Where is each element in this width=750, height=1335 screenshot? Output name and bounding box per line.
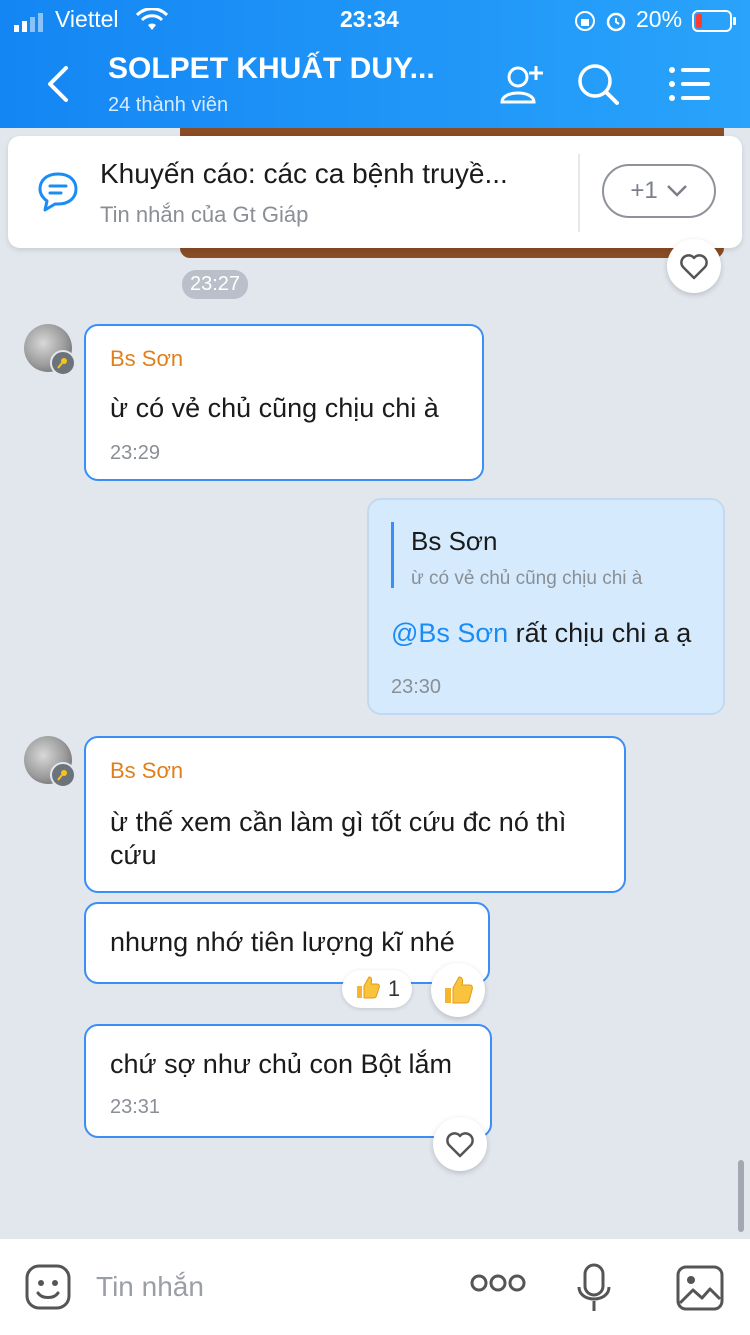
- key-icon: [50, 762, 76, 788]
- scrollbar[interactable]: [738, 1160, 744, 1232]
- wifi-icon: [135, 7, 169, 37]
- rotation-lock-icon: [574, 10, 596, 37]
- message-bubble[interactable]: Bs Sơn ừ thế xem cần làm gì tốt cứu đc n…: [84, 736, 626, 893]
- heart-react-button[interactable]: [667, 239, 721, 293]
- heart-react-button[interactable]: [433, 1117, 487, 1171]
- thumbs-up-icon: [445, 976, 473, 1004]
- member-count[interactable]: 24 thành viên: [108, 94, 228, 117]
- pinned-subtitle: Tin nhắn của Gt Giáp: [100, 202, 309, 227]
- quote-sender: Bs Sơn: [411, 526, 498, 556]
- message-text: ừ thế xem cần làm gì tốt cứu đc nó thì c…: [110, 807, 567, 870]
- heart-icon: [680, 254, 708, 280]
- message-text: nhưng nhớ tiên lượng kĩ nhé: [110, 927, 455, 957]
- status-time: 23:34: [340, 6, 399, 32]
- quote-text: ừ có vẻ chủ cũng chịu chi à: [411, 568, 643, 589]
- search-icon[interactable]: [576, 62, 620, 111]
- message-time: 23:31: [110, 1096, 161, 1118]
- mention-link[interactable]: @Bs Sơn: [391, 618, 508, 648]
- signal-icon: [14, 12, 48, 37]
- sender-name: Bs Sơn: [110, 346, 184, 371]
- message-input-bar: Tin nhắn: [0, 1238, 750, 1335]
- my-message-bubble[interactable]: Bs Sơn ừ có vẻ chủ cũng chịu chi à @Bs S…: [367, 498, 725, 715]
- microphone-icon[interactable]: [576, 1263, 612, 1318]
- message-text: chứ sợ như chủ con Bột lắm: [110, 1049, 453, 1079]
- sender-name: Bs Sơn: [110, 758, 184, 783]
- message-input[interactable]: Tin nhắn: [96, 1271, 204, 1303]
- back-icon[interactable]: [40, 64, 76, 109]
- thumbs-up-icon: [354, 974, 380, 1005]
- like-react-button[interactable]: [431, 963, 485, 1017]
- more-options-icon[interactable]: [470, 1273, 526, 1298]
- menu-icon[interactable]: [668, 66, 712, 107]
- reply-body: rất chịu chi a ạ: [508, 618, 692, 648]
- image-timestamp: 23:27: [182, 270, 249, 299]
- carrier-name: Viettel: [55, 6, 119, 32]
- more-pinned-count: +1: [630, 177, 658, 204]
- message-bubble-icon: [36, 170, 80, 219]
- battery-percent: 20%: [636, 6, 683, 32]
- pinned-title: Khuyến cáo: các ca bệnh truyề...: [100, 158, 508, 189]
- message-bubble[interactable]: Bs Sơn ừ có vẻ chủ cũng chịu chi à 23:29: [84, 324, 484, 481]
- sticker-icon[interactable]: [24, 1263, 72, 1316]
- message-text: ừ có vẻ chủ cũng chịu chi à: [110, 393, 439, 423]
- battery-icon: [692, 10, 738, 37]
- pinned-divider: [578, 154, 580, 232]
- key-icon: [50, 350, 76, 376]
- reaction-count: 1: [387, 976, 401, 1001]
- heart-icon: [446, 1132, 474, 1158]
- message-bubble[interactable]: chứ sợ như chủ con Bột lắm 23:31: [84, 1024, 492, 1138]
- reply-text: @Bs Sơn rất chịu chi a ạ: [391, 618, 691, 649]
- more-pinned-button[interactable]: +1: [602, 164, 716, 218]
- pinned-message[interactable]: Khuyến cáo: các ca bệnh truyề... Tin nhắ…: [8, 136, 742, 248]
- add-member-icon[interactable]: [498, 62, 546, 111]
- message-time: 23:29: [110, 442, 161, 464]
- image-icon[interactable]: [676, 1265, 724, 1316]
- quote-bar: [391, 522, 394, 588]
- chat-header: Viettel 23:34 20% SOLPET KHUẤT DUY... 24…: [0, 0, 750, 128]
- chat-title[interactable]: SOLPET KHUẤT DUY...: [108, 52, 435, 86]
- message-time: 23:30: [391, 676, 442, 698]
- chevron-down-icon: [666, 177, 688, 205]
- alarm-icon: [604, 9, 628, 38]
- message-bubble[interactable]: nhưng nhớ tiên lượng kĩ nhé: [84, 902, 490, 984]
- reaction-summary[interactable]: 1: [342, 970, 412, 1008]
